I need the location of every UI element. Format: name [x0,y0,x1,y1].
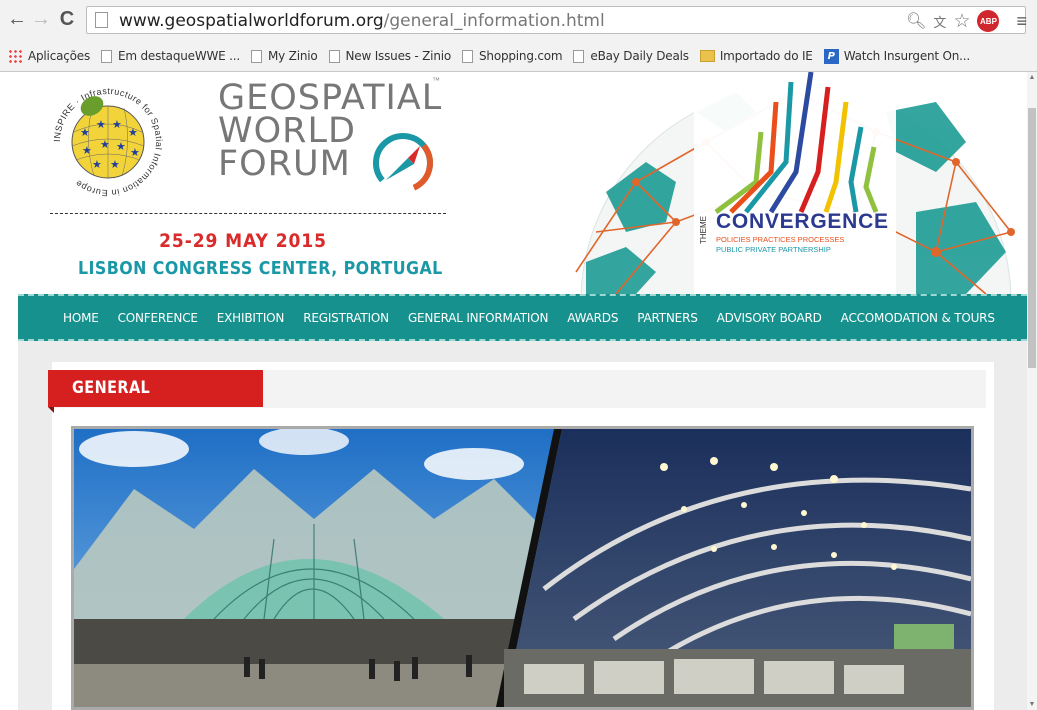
event-venue: LISBON CONGRESS CENTER, PORTUGAL [78,258,443,279]
nav-item[interactable]: REGISTRATION [303,311,389,325]
bookmark-label: eBay Daily Deals [590,49,689,63]
page-icon [95,12,108,28]
folder-icon [699,50,715,62]
menu-icon[interactable]: ≡ [1016,11,1027,32]
url-path: /general_information.html [383,11,605,31]
bookmark-item[interactable]: Shopping.com [462,49,563,63]
nav-item[interactable]: PARTNERS [637,311,698,325]
adblock-label: ABP [980,16,997,26]
zoom-icon[interactable]: 🔍︎ [906,11,926,31]
theme-line-public: PUBLIC PRIVATE PARTNERSHIP [716,245,831,254]
page-icon [101,49,113,63]
venue-photo-illustration [74,429,971,707]
bookmark-item[interactable]: My Zinio [251,49,318,63]
apps-grid-icon [8,49,22,63]
bookmark-label: Aplicações [28,49,91,63]
page-icon [573,49,585,63]
svg-text:★: ★ [96,119,106,131]
page-icon [251,49,263,63]
nav-item[interactable]: HOME [63,311,99,325]
nav-item[interactable]: EXHIBITION [217,311,285,325]
nav-item[interactable]: AWARDS [567,311,618,325]
svg-text:★: ★ [80,127,90,139]
bookmark-item[interactable]: eBay Daily Deals [573,49,689,63]
left-margin [0,72,18,710]
main-nav: HOME CONFERENCE EXHIBITION REGISTRATION GENE… [18,294,1027,341]
translate-icon[interactable]: 文 [933,12,946,31]
forward-arrow-icon[interactable]: → [30,8,52,30]
browser-chrome: ← → C www.geospatialworldforum.org/gener… [0,0,1037,72]
omnibox-icons: 🔍︎ 文 ☆ ABP ≡ [906,9,1027,33]
page-icon [328,49,340,63]
theme-title: CONVERGENCE [716,210,888,233]
address-bar[interactable]: www.geospatialworldforum.org/general_inf… [86,6,1027,34]
bookmark-label: My Zinio [268,49,318,63]
scrollbar-thumb[interactable] [1028,108,1036,368]
back-arrow-icon[interactable]: ← [6,8,28,30]
nav-item[interactable]: ADVISORY BOARD [717,311,822,325]
svg-text:★: ★ [130,147,140,159]
bookmark-label: Watch Insurgent On... [843,49,971,63]
bookmarks-bar: Aplicações Em destaqueWWE ... My Zinio New … [0,42,1037,70]
ribbon-fold [48,407,54,413]
bookmark-label: New Issues - Zinio [345,49,452,63]
adblock-icon[interactable]: ABP [977,10,1000,32]
svg-text:★: ★ [82,145,92,157]
bookmark-item[interactable]: Aplicações [8,49,90,63]
section-header-bar: GENERAL INFORMATION [48,370,986,435]
venue-photo [71,426,974,710]
content-panel: GENERAL INFORMATION [48,362,994,710]
nav-item[interactable]: CONFERENCE [118,311,198,325]
url-host: www.geospatialworldforum.org [119,11,384,31]
theme-line-policies: POLICIES PRACTICES PROCESSES [716,235,844,244]
inspire-logo: ★★ ★ ★★ ★ ★ ★★ ★ INSPIRE · Infrastructure f… [52,86,164,198]
event-date: 25-29 MAY 2015 [159,230,327,252]
globe-theme-graphic: THEME CONVERGENCE POLICIES PRACTICES PRO… [575,72,1015,294]
dotted-divider [50,213,446,214]
theme-label: THEME [699,216,708,244]
page-scrollbar[interactable]: ▲ ▼ [1027,72,1037,710]
bookmark-item[interactable]: Importado do IE [699,49,813,63]
section-title-tag: GENERAL INFORMATION [48,370,263,435]
svg-text:★: ★ [112,119,122,131]
bookmark-item[interactable]: P Watch Insurgent On... [823,48,971,64]
bookmark-label: Importado do IE [719,49,813,63]
svg-text:★: ★ [116,141,126,153]
bookmark-item[interactable]: Em destaqueWWE ... [101,49,240,63]
url-text[interactable]: www.geospatialworldforum.org/general_inf… [119,11,605,31]
bookmark-label: Em destaqueWWE ... [118,49,241,63]
trademark-mark: ™ [432,76,440,85]
site-favicon-icon: P [823,48,839,64]
site-header: ★ ★ ★ ★ ★ ★ ★ ★ ★ ★ INSPIRE · Infrastructure f… [18,72,1027,294]
page-icon [462,49,473,63]
reload-icon[interactable]: C [56,8,78,30]
svg-text:★: ★ [110,159,120,171]
bookmark-item[interactable]: New Issues - Zinio [328,49,452,63]
svg-text:★: ★ [100,139,110,151]
bookmark-label: Shopping.com [479,49,563,63]
star-icon[interactable]: ☆ [953,10,970,33]
svg-text:★: ★ [128,127,138,139]
scroll-down-icon[interactable]: ▼ [1028,701,1036,708]
svg-text:★: ★ [92,159,102,171]
nav-item[interactable]: GENERAL INFORMATION [408,311,549,325]
scroll-up-icon[interactable]: ▲ [1028,74,1036,81]
webpage: ★ ★ ★ ★ ★ ★ ★ ★ ★ ★ INSPIRE · Infrastructure f… [18,72,1027,710]
nav-list: HOME CONFERENCE EXHIBITION REGISTRATION GENE… [18,296,1027,339]
compass-icon [373,133,433,193]
browser-toolbar: ← → C www.geospatialworldforum.org/gener… [0,0,1037,42]
nav-item[interactable]: ACCOMODATION & TOURS [841,311,995,325]
